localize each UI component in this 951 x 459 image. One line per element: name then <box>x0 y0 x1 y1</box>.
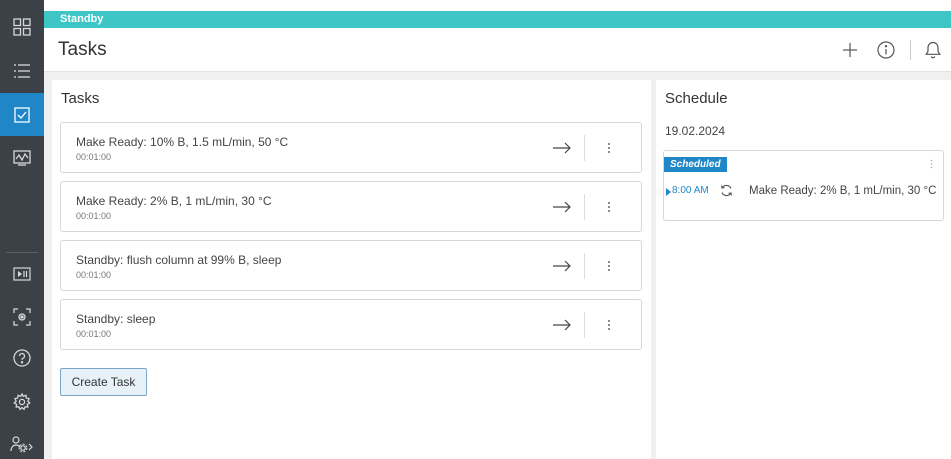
arrow-right-icon <box>553 260 571 272</box>
schedule-time: 8:00 AM <box>672 185 709 196</box>
run-task-button[interactable] <box>549 253 575 279</box>
app-root: Standby Tasks Tasks Make Ready: 10% B, 1… <box>0 0 951 459</box>
settings-gear-icon <box>13 393 31 411</box>
nav-run-control[interactable] <box>0 254 44 294</box>
schedule-panel-title: Schedule <box>665 90 728 107</box>
task-card[interactable]: Standby: sleep 00:01:00 <box>60 299 642 350</box>
task-more-button[interactable] <box>601 253 617 279</box>
nav-help[interactable] <box>0 338 44 378</box>
info-icon <box>877 41 895 59</box>
page-header: Tasks <box>44 28 951 72</box>
nav-rail <box>0 0 44 459</box>
nav-user-settings[interactable] <box>0 424 44 459</box>
more-vertical-icon <box>930 159 932 169</box>
task-duration: 00:01:00 <box>76 152 112 162</box>
nav-camera[interactable] <box>0 297 44 337</box>
task-duration: 00:01:00 <box>76 329 112 339</box>
dashboard-grid-icon <box>13 18 31 36</box>
nav-settings[interactable] <box>0 382 44 422</box>
tasks-checkbox-icon <box>14 106 30 123</box>
task-duration: 00:01:00 <box>76 211 112 221</box>
help-icon <box>13 349 31 367</box>
monitor-chart-icon <box>13 150 31 166</box>
schedule-panel: Schedule 19.02.2024 Scheduled 8:00 AM Ma… <box>656 80 951 459</box>
task-more-button[interactable] <box>601 135 617 161</box>
more-vertical-icon <box>608 320 610 330</box>
tasks-panel: Tasks Make Ready: 10% B, 1.5 mL/min, 50 … <box>52 80 651 459</box>
arrow-right-icon <box>553 319 571 331</box>
schedule-date: 19.02.2024 <box>665 124 726 138</box>
task-name: Make Ready: 2% B, 1 mL/min, 30 °C <box>76 194 272 208</box>
task-name: Make Ready: 10% B, 1.5 mL/min, 50 °C <box>76 135 289 149</box>
add-button[interactable] <box>838 38 862 62</box>
nav-monitor[interactable] <box>0 138 44 178</box>
play-marker-icon <box>666 188 671 196</box>
user-settings-icon <box>10 436 33 453</box>
more-vertical-icon <box>608 261 610 271</box>
tasks-panel-title: Tasks <box>61 90 100 107</box>
run-task-button[interactable] <box>549 135 575 161</box>
task-card[interactable]: Standby: flush column at 99% B, sleep 00… <box>60 240 642 291</box>
arrow-right-icon <box>553 201 571 213</box>
status-bar: Standby <box>44 11 951 28</box>
nav-tasks[interactable] <box>0 93 44 136</box>
notifications-button[interactable] <box>921 38 945 62</box>
task-more-button[interactable] <box>601 312 617 338</box>
plus-icon <box>843 43 857 57</box>
bell-icon <box>925 41 941 59</box>
more-vertical-icon <box>608 202 610 212</box>
more-vertical-icon <box>608 143 610 153</box>
task-duration: 00:01:00 <box>76 270 112 280</box>
run-task-button[interactable] <box>549 312 575 338</box>
schedule-entry[interactable]: Scheduled 8:00 AM Make Ready: 2% B, 1 mL… <box>663 150 944 221</box>
task-name: Standby: flush column at 99% B, sleep <box>76 253 282 267</box>
create-task-button[interactable]: Create Task <box>60 368 147 396</box>
nav-list[interactable] <box>0 51 44 91</box>
page-title: Tasks <box>58 39 107 60</box>
schedule-task-name: Make Ready: 2% B, 1 mL/min, 30 °C <box>749 185 937 197</box>
task-name: Standby: sleep <box>76 312 156 326</box>
list-icon <box>14 64 30 78</box>
info-button[interactable] <box>874 38 898 62</box>
nav-dashboard[interactable] <box>0 7 44 47</box>
status-badge: Scheduled <box>664 157 727 172</box>
repeat-icon <box>719 183 733 197</box>
camera-focus-icon <box>13 308 31 326</box>
schedule-more-button[interactable] <box>927 157 935 171</box>
task-card[interactable]: Make Ready: 10% B, 1.5 mL/min, 50 °C 00:… <box>60 122 642 173</box>
arrow-right-icon <box>553 142 571 154</box>
task-more-button[interactable] <box>601 194 617 220</box>
run-task-button[interactable] <box>549 194 575 220</box>
play-pause-icon <box>13 267 31 281</box>
task-card[interactable]: Make Ready: 2% B, 1 mL/min, 30 °C 00:01:… <box>60 181 642 232</box>
